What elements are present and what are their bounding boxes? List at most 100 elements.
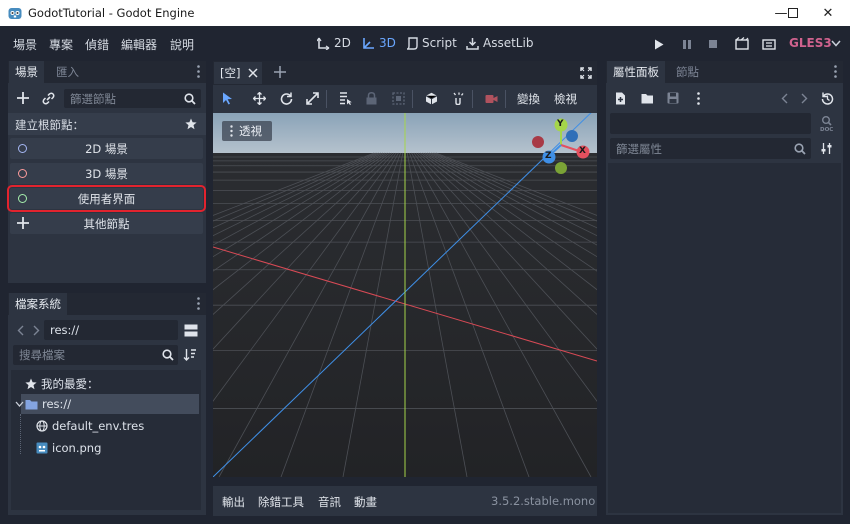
object-path-field[interactable] bbox=[610, 113, 811, 134]
play-icon[interactable] bbox=[653, 38, 665, 50]
tab-debugger[interactable]: 除錯工具 bbox=[258, 494, 304, 510]
add-node-icon[interactable] bbox=[16, 91, 30, 105]
tab-animation[interactable]: 動畫 bbox=[354, 494, 377, 510]
tab-filesystem[interactable]: 檔案系統 bbox=[9, 293, 67, 315]
menu-project[interactable]: 專案 bbox=[49, 36, 73, 53]
list-select-icon[interactable] bbox=[338, 91, 352, 105]
kebab-menu-icon bbox=[230, 125, 233, 137]
pause-icon[interactable] bbox=[681, 38, 693, 50]
menu-help[interactable]: 說明 bbox=[170, 36, 194, 53]
image-file-icon bbox=[36, 442, 48, 454]
negative-z-handle[interactable] bbox=[566, 130, 578, 142]
history-icon[interactable] bbox=[820, 91, 834, 105]
file-name: default_env.tres bbox=[52, 419, 145, 433]
tab-inspector[interactable]: 屬性面板 bbox=[607, 61, 665, 83]
kebab-menu-icon[interactable] bbox=[197, 65, 200, 78]
menu-debug[interactable]: 偵錯 bbox=[85, 36, 109, 53]
forward-arrow-icon[interactable] bbox=[799, 92, 809, 104]
select-tool-icon[interactable] bbox=[220, 91, 234, 105]
link-icon[interactable] bbox=[41, 91, 55, 105]
move-tool-icon[interactable] bbox=[252, 91, 266, 105]
toolbar-separator bbox=[505, 90, 506, 108]
open-docs-icon[interactable]: DOC bbox=[818, 114, 836, 132]
mode-script-label: Script bbox=[422, 36, 457, 50]
close-window-button[interactable]: ✕ bbox=[805, 0, 850, 26]
root-node-ui-button[interactable]: 使用者界面 bbox=[7, 185, 206, 212]
tab-import[interactable]: 匯入 bbox=[50, 61, 85, 83]
root-node-2d-button[interactable]: 2D 場景 bbox=[10, 138, 203, 159]
mode-3d-button[interactable]: 3D bbox=[362, 36, 396, 50]
forward-arrow-icon[interactable] bbox=[31, 324, 41, 336]
chevron-down-icon[interactable] bbox=[14, 399, 24, 409]
file-row[interactable]: icon.png bbox=[36, 441, 101, 455]
new-resource-icon[interactable] bbox=[614, 91, 627, 105]
open-folder-icon[interactable] bbox=[640, 91, 654, 105]
root-node-other-label: 其他節點 bbox=[83, 216, 130, 231]
tab-node[interactable]: 節點 bbox=[670, 61, 705, 83]
kebab-menu-icon[interactable] bbox=[197, 297, 200, 310]
view-menu[interactable]: 檢視 bbox=[554, 91, 577, 107]
mode-script-button[interactable]: Script bbox=[406, 36, 457, 50]
new-scene-tab-icon[interactable] bbox=[273, 65, 287, 79]
play-custom-scene-icon[interactable] bbox=[762, 37, 776, 50]
scale-tool-icon[interactable] bbox=[305, 91, 319, 105]
tab-scene[interactable]: 場景 bbox=[9, 61, 44, 83]
negative-y-handle[interactable] bbox=[555, 162, 567, 174]
filter-nodes-input[interactable]: 篩選節點 bbox=[64, 89, 201, 108]
inspector-property-area bbox=[608, 163, 841, 513]
close-icon[interactable] bbox=[248, 68, 259, 78]
window-title: GodotTutorial - Godot Engine bbox=[28, 6, 195, 20]
search-files-input[interactable]: 搜尋檔案 bbox=[13, 345, 178, 365]
file-row[interactable]: default_env.tres bbox=[36, 419, 144, 433]
stop-icon[interactable] bbox=[707, 38, 719, 50]
menu-scene[interactable]: 場景 bbox=[13, 36, 37, 53]
tab-output[interactable]: 輸出 bbox=[222, 494, 245, 510]
group-icon[interactable] bbox=[391, 91, 405, 105]
tree-root-label: res:// bbox=[42, 397, 72, 411]
star-icon[interactable] bbox=[184, 117, 197, 130]
favorites-label: 我的最愛： bbox=[41, 377, 99, 391]
plus-icon bbox=[17, 217, 29, 229]
transform-menu[interactable]: 變換 bbox=[517, 91, 540, 107]
tab-audio[interactable]: 音訊 bbox=[318, 494, 341, 510]
tree-root-row[interactable]: res:// bbox=[25, 397, 71, 411]
rotate-tool-icon[interactable] bbox=[279, 91, 293, 105]
mode-assetlib-button[interactable]: AssetLib bbox=[466, 36, 533, 50]
scene-tab[interactable]: [空] bbox=[214, 62, 263, 84]
split-view-icon[interactable] bbox=[183, 323, 198, 337]
kebab-menu-icon[interactable] bbox=[697, 92, 700, 105]
renderer-select[interactable]: GLES3 bbox=[789, 36, 832, 50]
mode-2d-button[interactable]: 2D bbox=[317, 36, 351, 50]
lock-icon[interactable] bbox=[364, 91, 378, 105]
back-arrow-icon[interactable] bbox=[779, 92, 789, 104]
star-icon bbox=[25, 378, 37, 390]
local-space-icon[interactable] bbox=[424, 91, 438, 105]
root-node-3d-button[interactable]: 3D 場景 bbox=[10, 163, 203, 184]
play-scene-icon[interactable] bbox=[735, 37, 749, 50]
root-node-other-button[interactable]: 其他節點 bbox=[10, 213, 203, 234]
orientation-gizmo[interactable]: Y X Z bbox=[527, 115, 595, 179]
folder-icon bbox=[25, 399, 38, 409]
view-mode-button[interactable]: 透視 bbox=[222, 121, 272, 141]
negative-x-handle[interactable] bbox=[532, 136, 544, 148]
favorites-row[interactable]: 我的最愛： bbox=[25, 376, 99, 392]
kebab-menu-icon[interactable] bbox=[834, 65, 837, 78]
mode-2d-label: 2D bbox=[334, 36, 351, 50]
back-arrow-icon[interactable] bbox=[15, 324, 25, 336]
save-icon[interactable] bbox=[666, 91, 680, 105]
node-2d-icon bbox=[18, 144, 27, 153]
path-field[interactable]: res:// bbox=[44, 320, 178, 340]
tools-icon[interactable] bbox=[819, 141, 833, 155]
chevron-down-icon[interactable] bbox=[831, 37, 841, 49]
root-node-3d-label: 3D 場景 bbox=[85, 166, 128, 181]
file-name: icon.png bbox=[52, 441, 102, 455]
toolbar-separator bbox=[326, 90, 327, 108]
snap-icon[interactable] bbox=[451, 91, 465, 105]
preview-camera-icon[interactable] bbox=[484, 91, 498, 105]
sort-icon[interactable] bbox=[183, 347, 197, 361]
mode-3d-label: 3D bbox=[379, 36, 396, 50]
assetlib-icon bbox=[466, 37, 479, 50]
filter-properties-input[interactable]: 篩選屬性 bbox=[610, 138, 811, 159]
distraction-free-icon[interactable] bbox=[579, 66, 592, 79]
menu-editor[interactable]: 編輯器 bbox=[121, 36, 157, 53]
